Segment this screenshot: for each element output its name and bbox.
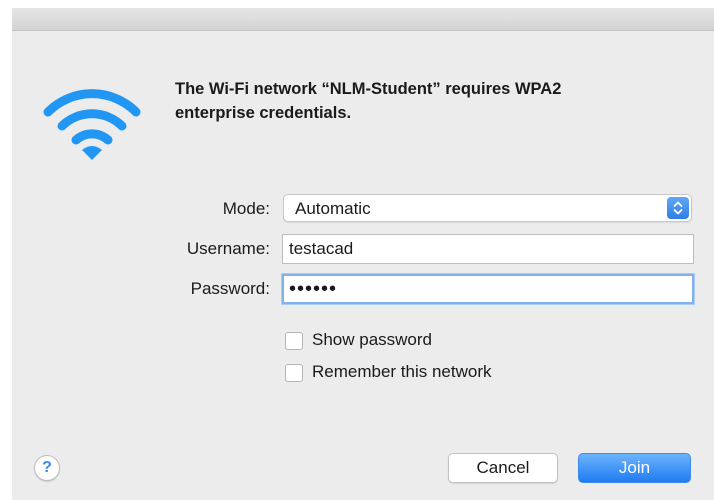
username-label: Username: xyxy=(186,239,270,258)
password-input[interactable] xyxy=(282,274,694,304)
dialog-message: The Wi-Fi network “NLM-Student” requires… xyxy=(175,77,695,125)
message-line-2: enterprise credentials. xyxy=(175,104,352,122)
join-button[interactable]: Join xyxy=(578,453,691,483)
mode-select[interactable]: Automatic xyxy=(283,194,692,222)
show-password-label[interactable]: Show password xyxy=(312,330,432,350)
mode-label: Mode: xyxy=(222,199,270,218)
remember-network-label[interactable]: Remember this network xyxy=(312,362,492,382)
help-icon: ? xyxy=(42,459,52,476)
password-label: Password: xyxy=(190,279,270,298)
cancel-button[interactable]: Cancel xyxy=(448,453,558,483)
help-button[interactable]: ? xyxy=(34,455,60,481)
wifi-credentials-dialog: The Wi-Fi network “NLM-Student” requires… xyxy=(12,8,714,500)
username-input[interactable] xyxy=(282,234,694,264)
chevron-up-down-icon[interactable] xyxy=(667,197,689,219)
window-titlebar[interactable] xyxy=(12,8,714,31)
mode-select-value: Automatic xyxy=(295,199,371,218)
show-password-checkbox[interactable] xyxy=(285,332,303,350)
remember-network-checkbox[interactable] xyxy=(285,364,303,382)
wifi-icon xyxy=(43,89,141,160)
message-line-1: The Wi-Fi network “NLM-Student” requires… xyxy=(175,80,562,98)
